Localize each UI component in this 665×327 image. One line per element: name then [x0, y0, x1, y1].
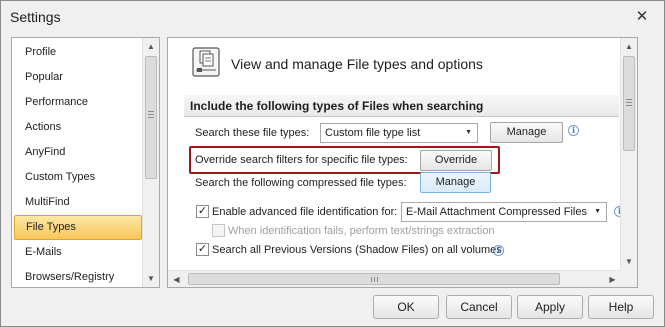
page-title: View and manage File types and options	[231, 56, 483, 72]
check-icon: ✓	[197, 205, 208, 217]
scroll-up-icon[interactable]: ▲	[621, 38, 637, 55]
fallback-checkbox[interactable]	[212, 224, 225, 237]
help-button[interactable]: Help	[588, 295, 654, 319]
window-title: Settings	[10, 9, 61, 25]
settings-window: Settings ✕ Profile Popular Performance A…	[0, 0, 665, 327]
manage-compressed-button[interactable]: Manage	[420, 172, 491, 193]
override-label: Override search filters for specific fil…	[195, 154, 408, 166]
scroll-down-icon[interactable]: ▼	[143, 270, 159, 287]
file-types-icon	[192, 47, 220, 77]
compressed-label: Search the following compressed file typ…	[195, 177, 407, 189]
content-hscroll-thumb[interactable]	[188, 273, 560, 285]
section-title: Include the following types of Files whe…	[190, 99, 484, 113]
title-bar[interactable]: Settings ✕	[1, 1, 664, 32]
file-types-label: Search these file types:	[195, 127, 310, 139]
check-icon: ✓	[197, 243, 208, 255]
cancel-button[interactable]: Cancel	[446, 295, 512, 319]
manage-file-types-button[interactable]: Manage	[490, 122, 563, 143]
sidebar-item-e-mails[interactable]: E-Mails	[13, 240, 143, 265]
scroll-down-icon[interactable]: ▼	[621, 253, 637, 270]
ok-button[interactable]: OK	[373, 295, 439, 319]
scroll-up-icon[interactable]: ▲	[143, 38, 159, 55]
chevron-down-icon: ▼	[465, 129, 472, 136]
sidebar-items: Profile Popular Performance Actions AnyF…	[13, 40, 143, 290]
scroll-left-icon[interactable]: ◀	[168, 271, 185, 288]
file-types-select-value: Custom file type list	[325, 127, 421, 139]
sidebar-item-file-types[interactable]: File Types	[14, 215, 142, 240]
advanced-id-checkbox[interactable]: ✓	[196, 205, 209, 218]
sidebar-list: Profile Popular Performance Actions AnyF…	[11, 37, 160, 288]
section-header: Include the following types of Files whe…	[184, 95, 619, 117]
advanced-id-select[interactable]: E-Mail Attachment Compressed Files ▼	[401, 202, 607, 222]
advanced-id-select-value: E-Mail Attachment Compressed Files	[406, 206, 587, 218]
scroll-right-icon[interactable]: ▶	[604, 271, 621, 288]
settings-content: View and manage File types and options I…	[167, 37, 638, 288]
content-hscrollbar[interactable]: ◀ ▶	[168, 270, 621, 287]
sidebar-item-popular[interactable]: Popular	[13, 65, 143, 90]
sidebar-item-multifind[interactable]: MultiFind	[13, 190, 143, 215]
file-types-select[interactable]: Custom file type list ▼	[320, 123, 478, 143]
sidebar-scroll-thumb[interactable]	[145, 56, 157, 179]
info-icon[interactable]: i	[493, 245, 504, 256]
sidebar-item-performance[interactable]: Performance	[13, 90, 143, 115]
apply-button[interactable]: Apply	[517, 295, 583, 319]
advanced-id-label: Enable advanced file identification for:	[212, 206, 398, 218]
fallback-label: When identification fails, perform text/…	[228, 225, 495, 237]
sidebar-item-custom-types[interactable]: Custom Types	[13, 165, 143, 190]
shadow-files-checkbox[interactable]: ✓	[196, 243, 209, 256]
content-vscrollbar[interactable]: ▲ ▼	[620, 38, 637, 270]
content-vscroll-thumb[interactable]	[623, 56, 635, 151]
sidebar-item-browsers-registry[interactable]: Browsers/Registry	[13, 265, 143, 290]
sidebar-item-anyfind[interactable]: AnyFind	[13, 140, 143, 165]
close-icon[interactable]: ✕	[634, 9, 650, 25]
info-icon[interactable]: i	[568, 125, 579, 136]
chevron-down-icon: ▼	[594, 208, 601, 215]
sidebar-item-profile[interactable]: Profile	[13, 40, 143, 65]
shadow-files-label: Search all Previous Versions (Shadow Fil…	[212, 244, 502, 256]
sidebar-scrollbar[interactable]: ▲ ▼	[142, 38, 159, 287]
sidebar-item-actions[interactable]: Actions	[13, 115, 143, 140]
scrollbar-corner	[620, 270, 637, 287]
override-button[interactable]: Override	[420, 150, 492, 171]
